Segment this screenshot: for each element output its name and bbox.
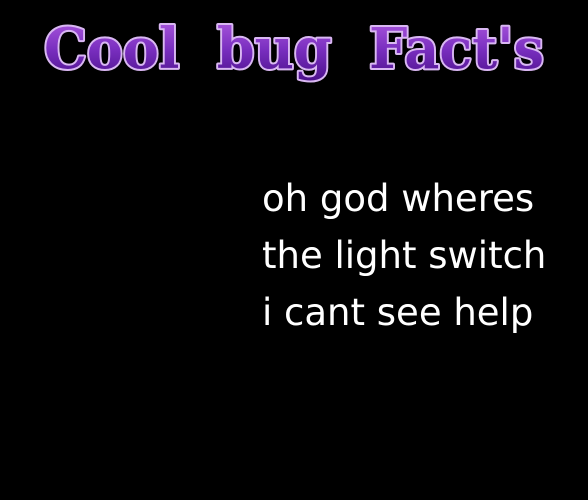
title-wordart: Cool bug Fact's Cool bug Fact's: [42, 14, 546, 84]
meme-canvas: Cool bug Fact's Cool bug Fact's oh god w…: [0, 0, 588, 500]
caption-line-1: oh god wheres: [262, 177, 535, 220]
caption-line-2: the light switch: [262, 234, 547, 277]
caption: oh god wheres the light switch i cant se…: [262, 170, 582, 341]
caption-line-3: i cant see help: [262, 291, 534, 334]
page-title: Cool bug Fact's: [44, 16, 544, 82]
